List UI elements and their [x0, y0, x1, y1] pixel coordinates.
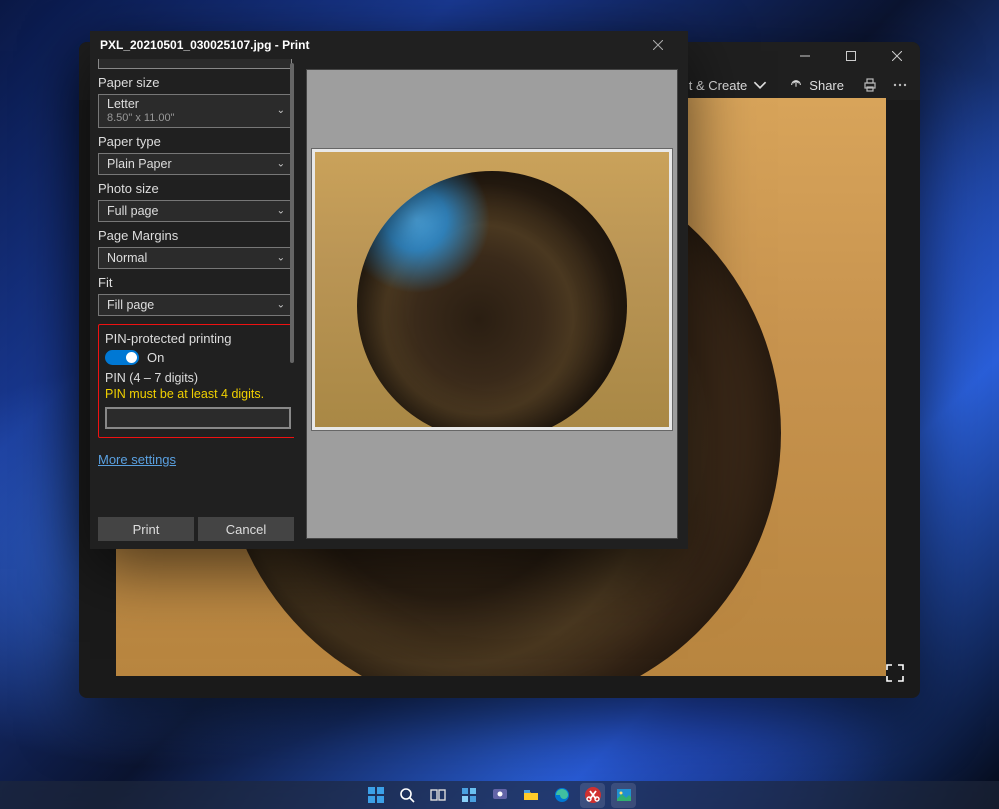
- pin-toggle-label: On: [147, 350, 164, 365]
- chevron-down-icon: ⌄: [277, 159, 285, 170]
- paper-size-sub: 8.50" x 11.00": [107, 112, 175, 125]
- page-margins-label: Page Margins: [98, 228, 294, 243]
- pin-field-label: PIN (4 – 7 digits): [105, 371, 291, 385]
- pin-section-label: PIN-protected printing: [105, 331, 291, 346]
- widgets-button[interactable]: [456, 783, 481, 808]
- photo-size-label: Photo size: [98, 181, 294, 196]
- paper-size-label: Paper size: [98, 75, 294, 90]
- snip-button[interactable]: [580, 783, 605, 808]
- chevron-down-icon: [753, 78, 767, 92]
- close-button[interactable]: [874, 42, 920, 70]
- more-settings-link[interactable]: More settings: [98, 452, 176, 467]
- fit-value: Fill page: [107, 298, 154, 312]
- print-dialog: PXL_20210501_030025107.jpg - Print Paper…: [90, 31, 688, 549]
- scrollbar-thumb[interactable]: [290, 63, 294, 363]
- start-button[interactable]: [363, 783, 388, 808]
- dialog-close-button[interactable]: [638, 31, 678, 59]
- minimize-button[interactable]: [782, 42, 828, 70]
- photo-size-dropdown[interactable]: Full page ⌄: [98, 200, 292, 222]
- chevron-down-icon: ⌄: [277, 253, 285, 264]
- photo-size-value: Full page: [107, 204, 158, 218]
- task-view-button[interactable]: [425, 783, 450, 808]
- pin-toggle[interactable]: [105, 350, 139, 365]
- paper-type-value: Plain Paper: [107, 157, 172, 171]
- search-button[interactable]: [394, 783, 419, 808]
- print-dialog-titlebar: PXL_20210501_030025107.jpg - Print: [90, 31, 688, 59]
- edge-button[interactable]: [549, 783, 574, 808]
- print-settings-panel: Paper size Letter 8.50" x 11.00" ⌄ Paper…: [90, 59, 302, 549]
- chat-button[interactable]: [487, 783, 512, 808]
- pin-input[interactable]: [105, 407, 291, 429]
- print-icon[interactable]: [858, 73, 882, 97]
- truncated-field[interactable]: [98, 59, 292, 69]
- paper-type-dropdown[interactable]: Plain Paper ⌄: [98, 153, 292, 175]
- share-label: Share: [809, 78, 844, 93]
- cancel-button[interactable]: Cancel: [198, 517, 294, 541]
- page-margins-dropdown[interactable]: Normal ⌄: [98, 247, 292, 269]
- print-dialog-title: PXL_20210501_030025107.jpg - Print: [100, 38, 309, 52]
- photos-app-button[interactable]: [611, 783, 636, 808]
- maximize-button[interactable]: [828, 42, 874, 70]
- print-button[interactable]: Print: [98, 517, 194, 541]
- pin-warning: PIN must be at least 4 digits.: [105, 387, 291, 401]
- share-button[interactable]: Share: [781, 74, 852, 97]
- more-icon[interactable]: [888, 73, 912, 97]
- fit-dropdown[interactable]: Fill page ⌄: [98, 294, 292, 316]
- chevron-down-icon: ⌄: [277, 300, 285, 311]
- file-explorer-button[interactable]: [518, 783, 543, 808]
- chevron-down-icon: ⌄: [277, 206, 285, 217]
- print-preview: [306, 69, 678, 539]
- fullscreen-icon[interactable]: [884, 662, 906, 684]
- chevron-down-icon: ⌄: [277, 105, 285, 117]
- taskbar: [0, 781, 999, 809]
- pin-protected-section: PIN-protected printing On PIN (4 – 7 dig…: [98, 324, 294, 438]
- page-margins-value: Normal: [107, 251, 147, 265]
- paper-size-value: Letter: [107, 97, 139, 112]
- scrollbar-track[interactable]: [290, 61, 294, 461]
- preview-image: [315, 152, 669, 427]
- fit-label: Fit: [98, 275, 294, 290]
- paper-size-dropdown[interactable]: Letter 8.50" x 11.00" ⌄: [98, 94, 292, 128]
- preview-page: [311, 148, 673, 431]
- paper-type-label: Paper type: [98, 134, 294, 149]
